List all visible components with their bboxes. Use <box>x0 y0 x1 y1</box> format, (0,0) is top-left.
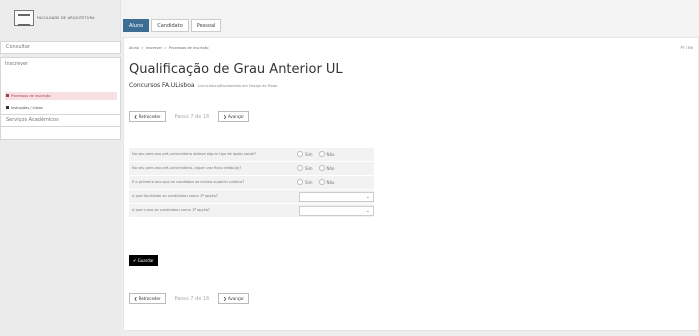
radio-nao[interactable]: Não <box>318 179 335 185</box>
sidebar-item-processos[interactable]: Processos de inscrição <box>5 92 117 100</box>
radio-nao[interactable]: Não <box>318 165 335 171</box>
tab-candidato[interactable]: Candidato <box>151 19 189 32</box>
radio-sim[interactable]: Sim <box>297 165 313 171</box>
subtitle-course: Licenciatura/Bacharelato em Design de Mo… <box>197 84 278 88</box>
question-label: A que faculdade se candidatou como 1ª op… <box>132 194 218 198</box>
square-bullet-icon <box>6 94 9 97</box>
step-indicator: Passo 7 de 16 <box>174 113 210 120</box>
form-row: A que faculdade se candidatou como 1ª op… <box>129 190 374 204</box>
top-bar: FACULDADE DE ARQUITETURA Aluno Candidato… <box>0 0 699 37</box>
radio-group: Sim Não <box>297 165 334 171</box>
step-navigation-bottom: ❮ Retroceder Passo 7 de 16 ❯ Avançar <box>129 293 250 304</box>
radio-circle-icon <box>318 179 325 185</box>
step-indicator: Passo 7 de 16 <box>174 295 210 302</box>
breadcrumb-separator: > <box>164 46 168 50</box>
radio-nao-label: Não <box>326 152 335 157</box>
sidebar-item-label: Instruções / Listas <box>11 106 43 110</box>
curso-select[interactable]: ⌄ <box>299 206 374 216</box>
form-row: É o primeiro ano que se candidata ao ens… <box>129 176 374 190</box>
form-row: A que curso se candidatou como 1ª opção?… <box>129 204 374 218</box>
sidebar-inscrever-panel: Inscrever Processos de inscrição Instruç… <box>0 57 121 140</box>
form-row: No seu percurso pré-universitário, algum… <box>129 162 374 176</box>
breadcrumb-aluno[interactable]: Aluno <box>129 46 139 50</box>
radio-circle-icon <box>297 165 303 171</box>
retroceder-button[interactable]: ❮ Retroceder <box>129 293 166 304</box>
step-navigation-top: ❮ Retroceder Passo 7 de 16 ❯ Avançar <box>129 111 250 122</box>
top-tabs: Aluno Candidato Pessoal <box>123 19 222 32</box>
question-label: No seu percurso pré-universitário, algum… <box>132 166 242 170</box>
breadcrumb-inscrever[interactable]: Inscrever <box>146 46 162 50</box>
sidebar-item-instrucoes[interactable]: Instruções / Listas <box>5 104 117 112</box>
radio-circle-icon <box>318 151 325 157</box>
logo-text: FACULDADE DE ARQUITETURA <box>37 16 95 20</box>
retroceder-label: Retroceder <box>138 296 161 301</box>
retroceder-label: Retroceder <box>138 114 161 119</box>
main-content: Aluno > Inscrever > Processos de Inscrição P… <box>123 37 699 331</box>
breadcrumb-separator: > <box>140 46 144 50</box>
radio-sim-label: Sim <box>305 166 313 171</box>
tab-pessoal[interactable]: Pessoal <box>190 19 222 32</box>
avancar-label: Avançar <box>227 296 245 301</box>
save-button[interactable]: ✔ Guardar <box>129 255 158 266</box>
radio-circle-icon <box>297 151 303 157</box>
save-label: Guardar <box>137 258 154 263</box>
radio-circle-icon <box>297 179 303 185</box>
question-label: A que curso se candidatou como 1ª opção? <box>132 208 210 212</box>
page-title: Qualificação de Grau Anterior UL <box>129 62 343 77</box>
radio-nao-label: Não <box>326 166 335 171</box>
square-bullet-icon <box>6 106 9 109</box>
radio-circle-icon <box>318 165 325 171</box>
subtitle-main: Concursos FA.ULisboa <box>129 82 195 89</box>
radio-sim-label: Sim <box>305 152 313 157</box>
form-row: No seu percurso pré-universitário obteve… <box>129 148 374 162</box>
question-label: É o primeiro ano que se candidata ao ens… <box>132 180 245 184</box>
radio-group: Sim Não <box>297 179 334 185</box>
chevron-down-icon: ⌄ <box>365 208 370 214</box>
radio-sim[interactable]: Sim <box>297 179 313 185</box>
radio-nao[interactable]: Não <box>318 151 335 157</box>
form: No seu percurso pré-universitário obteve… <box>129 148 374 218</box>
sidebar-item-inscrever[interactable]: Inscrever <box>5 61 28 67</box>
retroceder-button[interactable]: ❮ Retroceder <box>129 111 166 122</box>
avancar-label: Avançar <box>227 114 245 119</box>
radio-sim[interactable]: Sim <box>297 151 313 157</box>
page-subtitle: Concursos FA.ULisboa Licenciatura/Bachare… <box>129 82 277 89</box>
sidebar-item-label: Processos de inscrição <box>11 94 51 98</box>
avancar-button[interactable]: ❯ Avançar <box>218 293 250 304</box>
sidebar-item-consultar[interactable]: Consultar <box>0 41 121 54</box>
logo[interactable]: FACULDADE DE ARQUITETURA <box>0 0 121 37</box>
chevron-down-icon: ⌄ <box>365 194 370 200</box>
building-icon <box>14 10 34 26</box>
radio-nao-label: Não <box>326 180 335 185</box>
radio-group: Sim Não <box>297 151 334 157</box>
sidebar: Consultar Inscrever Processos de inscriç… <box>0 37 121 336</box>
breadcrumb-processos[interactable]: Processos de Inscrição <box>169 46 208 50</box>
tab-aluno[interactable]: Aluno <box>123 19 150 32</box>
question-label: No seu percurso pré-universitário obteve… <box>132 152 257 156</box>
radio-sim-label: Sim <box>305 180 313 185</box>
breadcrumb: Aluno > Inscrever > Processos de Inscrição <box>129 46 208 50</box>
sidebar-item-servicos[interactable]: Serviços Académicos <box>0 114 121 127</box>
avancar-button[interactable]: ❯ Avançar <box>218 111 250 122</box>
faculdade-select[interactable]: ⌄ <box>299 192 374 202</box>
language-switch[interactable]: PT / EN <box>681 46 693 50</box>
